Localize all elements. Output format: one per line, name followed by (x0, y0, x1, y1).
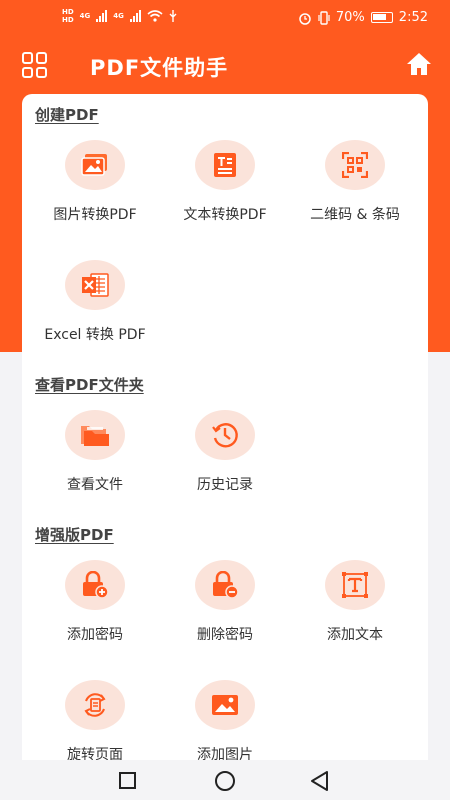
tool-image-to-pdf[interactable]: 图片转换PDF (30, 140, 160, 224)
excel-icon (65, 260, 125, 310)
tool-label: 添加密码 (67, 627, 123, 643)
image-icon (65, 140, 125, 190)
section-title-create: 创建PDF (35, 106, 99, 124)
tool-qr-barcode[interactable]: 二维码 & 条码 (290, 140, 420, 224)
wifi-icon (147, 10, 163, 22)
tool-label: 历史记录 (197, 477, 253, 493)
tool-label: 查看文件 (67, 477, 123, 493)
recent-apps-icon[interactable] (119, 772, 136, 789)
text-frame-icon (325, 560, 385, 610)
hd-label-2: HD (62, 16, 74, 24)
home-icon[interactable] (406, 52, 432, 76)
home-button-icon[interactable] (215, 771, 235, 791)
tool-add-image[interactable]: 添加图片 (160, 680, 290, 764)
qr-code-icon (325, 140, 385, 190)
clock: 2:52 (398, 10, 428, 25)
grid-menu-icon[interactable] (22, 52, 48, 78)
tool-label: Excel 转换 PDF (44, 327, 146, 343)
back-icon[interactable] (309, 770, 331, 792)
tool-label: 二维码 & 条码 (310, 207, 400, 223)
section-title-view: 查看PDF文件夹 (35, 376, 144, 394)
battery-icon (370, 12, 393, 23)
lock-add-icon (65, 560, 125, 610)
signal-icon (96, 10, 108, 22)
alarm-icon (299, 12, 311, 25)
usb-icon (169, 10, 177, 22)
battery-percent: 70% (335, 10, 365, 25)
history-clock-icon (195, 410, 255, 460)
network-type-2: 4G (113, 12, 124, 20)
tool-add-text[interactable]: 添加文本 (290, 560, 420, 644)
folder-icon (65, 410, 125, 460)
tool-history[interactable]: 历史记录 (160, 410, 290, 494)
network-type-1: 4G (79, 12, 91, 20)
system-nav-bar (0, 760, 450, 800)
picture-icon (195, 680, 255, 730)
tool-excel-to-pdf[interactable]: Excel 转换 PDF (30, 260, 160, 344)
lock-remove-icon (195, 560, 255, 610)
tool-label: 文本转换PDF (183, 207, 267, 223)
tool-label: 删除密码 (197, 627, 253, 643)
rotate-page-icon (65, 680, 125, 730)
tools-card: 创建PDF 图片转换PDF 文本转换PDF 二维码 & 条码 Excel 转换 … (22, 94, 428, 774)
section-title-enhanced: 增强版PDF (35, 526, 114, 544)
signal-icon-2 (129, 10, 141, 22)
app-title: PDF文件助手 (90, 56, 229, 80)
tool-text-to-pdf[interactable]: 文本转换PDF (160, 140, 290, 224)
tool-rotate-page[interactable]: 旋转页面 (30, 680, 160, 764)
status-bar: HD HD 4G 4G 70% 2:52 (0, 0, 450, 38)
hd-indicator: HD HD (62, 8, 74, 24)
vibrate-icon (318, 10, 330, 25)
text-document-icon (195, 140, 255, 190)
tool-add-password[interactable]: 添加密码 (30, 560, 160, 644)
tool-label: 添加文本 (327, 627, 383, 643)
tool-label: 图片转换PDF (53, 207, 137, 223)
tool-remove-password[interactable]: 删除密码 (160, 560, 290, 644)
hd-label-1: HD (62, 8, 74, 16)
tool-view-files[interactable]: 查看文件 (30, 410, 160, 494)
app-header: PDF文件助手 (0, 38, 450, 94)
